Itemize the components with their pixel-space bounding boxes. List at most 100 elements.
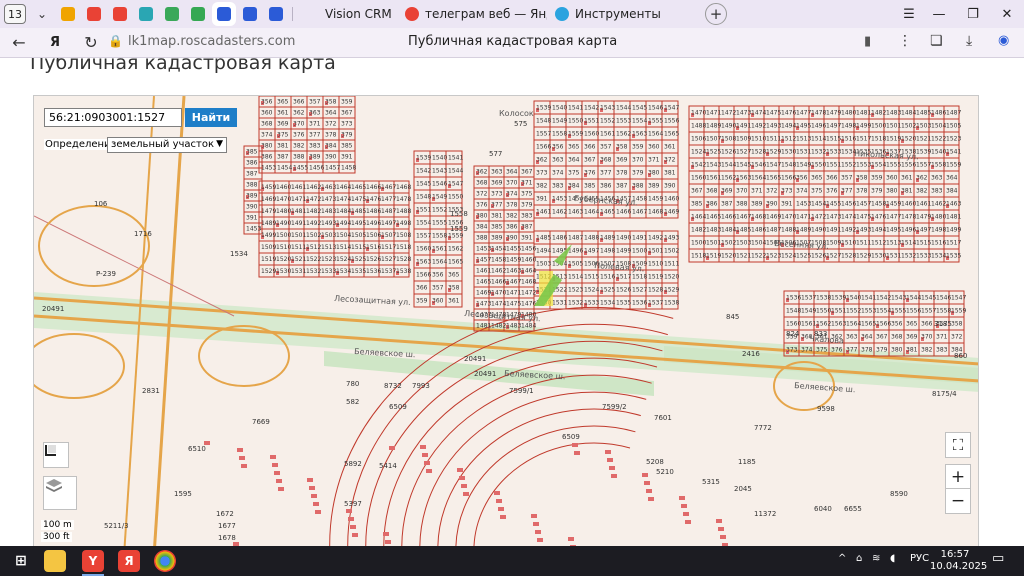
parcel-number: 1565 (861, 321, 876, 328)
parcel-number: 380 (261, 143, 273, 150)
file-explorer-icon[interactable] (44, 550, 66, 572)
chevron-down-icon[interactable]: ⌄ (30, 2, 54, 26)
parcel-number: 1492 (751, 123, 766, 130)
minimize-button[interactable]: — (922, 2, 956, 26)
parcel-number: 1532 (901, 253, 916, 260)
map-label: 577 (489, 150, 502, 158)
parcel-number: 365 (906, 321, 918, 328)
parcel-number: 387 (246, 171, 258, 178)
parcel-number: 1470 (691, 110, 706, 117)
parcel-number: 1545 (736, 162, 751, 169)
pinned-tab[interactable] (186, 2, 210, 26)
chrome-icon[interactable] (154, 550, 176, 572)
parcel-number: 1469 (476, 290, 491, 297)
new-tab-button[interactable]: + (705, 3, 727, 25)
definition-select[interactable]: земельный участок ▼ (107, 137, 227, 153)
more-icon[interactable]: ⋮ (898, 33, 912, 49)
parcel-number: 1499 (946, 227, 961, 234)
parcel-number: 1494 (336, 220, 351, 227)
parcel-number: 1515 (584, 274, 599, 281)
clock[interactable]: 16:57 10.04.2025 (930, 549, 987, 573)
building (531, 514, 537, 518)
parcel-number: 387 (616, 183, 628, 190)
parcel-number: 1488 (584, 235, 599, 242)
cadastral-number-input[interactable]: 56:21:0903001:1527 (44, 108, 182, 127)
zoom-out-button[interactable]: − (945, 488, 971, 514)
parcel-number: 1526 (721, 149, 736, 156)
tab-telegram[interactable]: телеграм веб — Яндекс: (397, 2, 547, 26)
parcel-number: 1561 (600, 131, 615, 138)
map-label: 2416 (742, 350, 760, 358)
parcel-number: 387 (721, 201, 733, 208)
yandex-icon[interactable]: Я (118, 550, 140, 572)
url-field[interactable]: lk1map.roscadasters.com (128, 34, 295, 49)
parcel-number: 1507 (706, 136, 721, 143)
collections-icon[interactable]: ❏ (930, 33, 943, 49)
building (537, 538, 543, 542)
volume-icon[interactable]: ◖ (890, 553, 895, 564)
building (498, 507, 504, 511)
parcel-number: 370 (293, 121, 305, 128)
parcel-number: 1563 (736, 175, 751, 182)
parcel-number: 1527 (632, 287, 647, 294)
parcel-number: 1489 (706, 123, 721, 130)
parcel-number: 1503 (916, 123, 931, 130)
parcel-number: 1548 (786, 308, 801, 315)
bookmark-icon[interactable]: ▮ (864, 34, 871, 49)
pinned-tab[interactable] (238, 2, 262, 26)
parcel-number: 1526 (616, 287, 631, 294)
tab-vision-crm[interactable]: Vision CRM (297, 2, 397, 26)
pinned-tab[interactable] (56, 2, 80, 26)
restore-button[interactable]: ❐ (956, 2, 990, 26)
basemap-icon[interactable] (43, 442, 69, 468)
parcel-number: 1490 (276, 220, 291, 227)
pinned-tab[interactable] (264, 2, 288, 26)
fullscreen-icon[interactable]: ⛶ (945, 432, 971, 458)
parcel-number: 358 (951, 321, 963, 328)
pinned-tab[interactable] (134, 2, 158, 26)
parcel-number: 1564 (751, 175, 766, 182)
parcel-number: 379 (871, 188, 883, 195)
parcel-number: 369 (906, 334, 918, 341)
pinned-tab[interactable] (108, 2, 132, 26)
windows-start-icon[interactable]: ⊞ (10, 550, 32, 572)
parcel-number: 1481 (291, 208, 306, 215)
parcel-number: 1467 (506, 279, 521, 286)
parcel-number: 1541 (568, 105, 583, 112)
parcel-number: 1499 (856, 123, 871, 130)
parcel-number: 1465 (476, 279, 491, 286)
language-indicator[interactable]: РУС (910, 553, 929, 564)
network-icon[interactable]: ⌂ (856, 553, 862, 564)
pinned-tab[interactable] (160, 2, 184, 26)
lock-icon[interactable]: 🔒 (108, 34, 123, 48)
building (352, 533, 358, 537)
cadastral-map[interactable]: 356 365 366 357 358 359 360 361 362 363 364 367 368 3… (33, 95, 979, 546)
downloads-icon[interactable]: ⤓ (966, 33, 972, 49)
tab-instruments[interactable]: Инструменты (547, 2, 697, 26)
pinned-tab[interactable] (212, 2, 236, 26)
parcel-number: 1550 (448, 194, 463, 201)
close-button[interactable]: ✕ (990, 2, 1024, 26)
notifications-icon[interactable]: ▭ (992, 551, 1004, 566)
map-canvas[interactable]: 356 365 366 357 358 359360 361 362 363 364 367368 3… (34, 96, 979, 546)
parcel-number: 384 (946, 188, 958, 195)
parcel-number: 360 (648, 144, 660, 151)
parcel-number: 1521 (736, 253, 751, 260)
parcel-number: 1562 (616, 131, 631, 138)
chevron-up-icon[interactable]: ^ (838, 553, 846, 564)
layers-button[interactable] (43, 476, 77, 510)
yandex-logo-icon[interactable]: Я (42, 30, 68, 56)
menu-icon[interactable]: ☰ (892, 2, 926, 26)
yandex-browser-icon[interactable]: Y (82, 550, 104, 576)
parcel-number: 1453 (246, 226, 261, 233)
map-label: 1534 (230, 250, 248, 258)
profile-icon[interactable]: ◉ (998, 33, 1009, 48)
reload-icon[interactable]: ↻ (78, 30, 104, 56)
pinned-tab[interactable] (82, 2, 106, 26)
wifi-icon[interactable]: ≋ (872, 553, 880, 564)
back-icon[interactable]: ← (6, 30, 32, 56)
parcel-number: 1511 (664, 261, 679, 268)
find-button[interactable]: Найти (185, 108, 237, 127)
tab-count-button[interactable]: 13 (4, 4, 26, 24)
zoom-in-button[interactable]: + (945, 464, 971, 490)
